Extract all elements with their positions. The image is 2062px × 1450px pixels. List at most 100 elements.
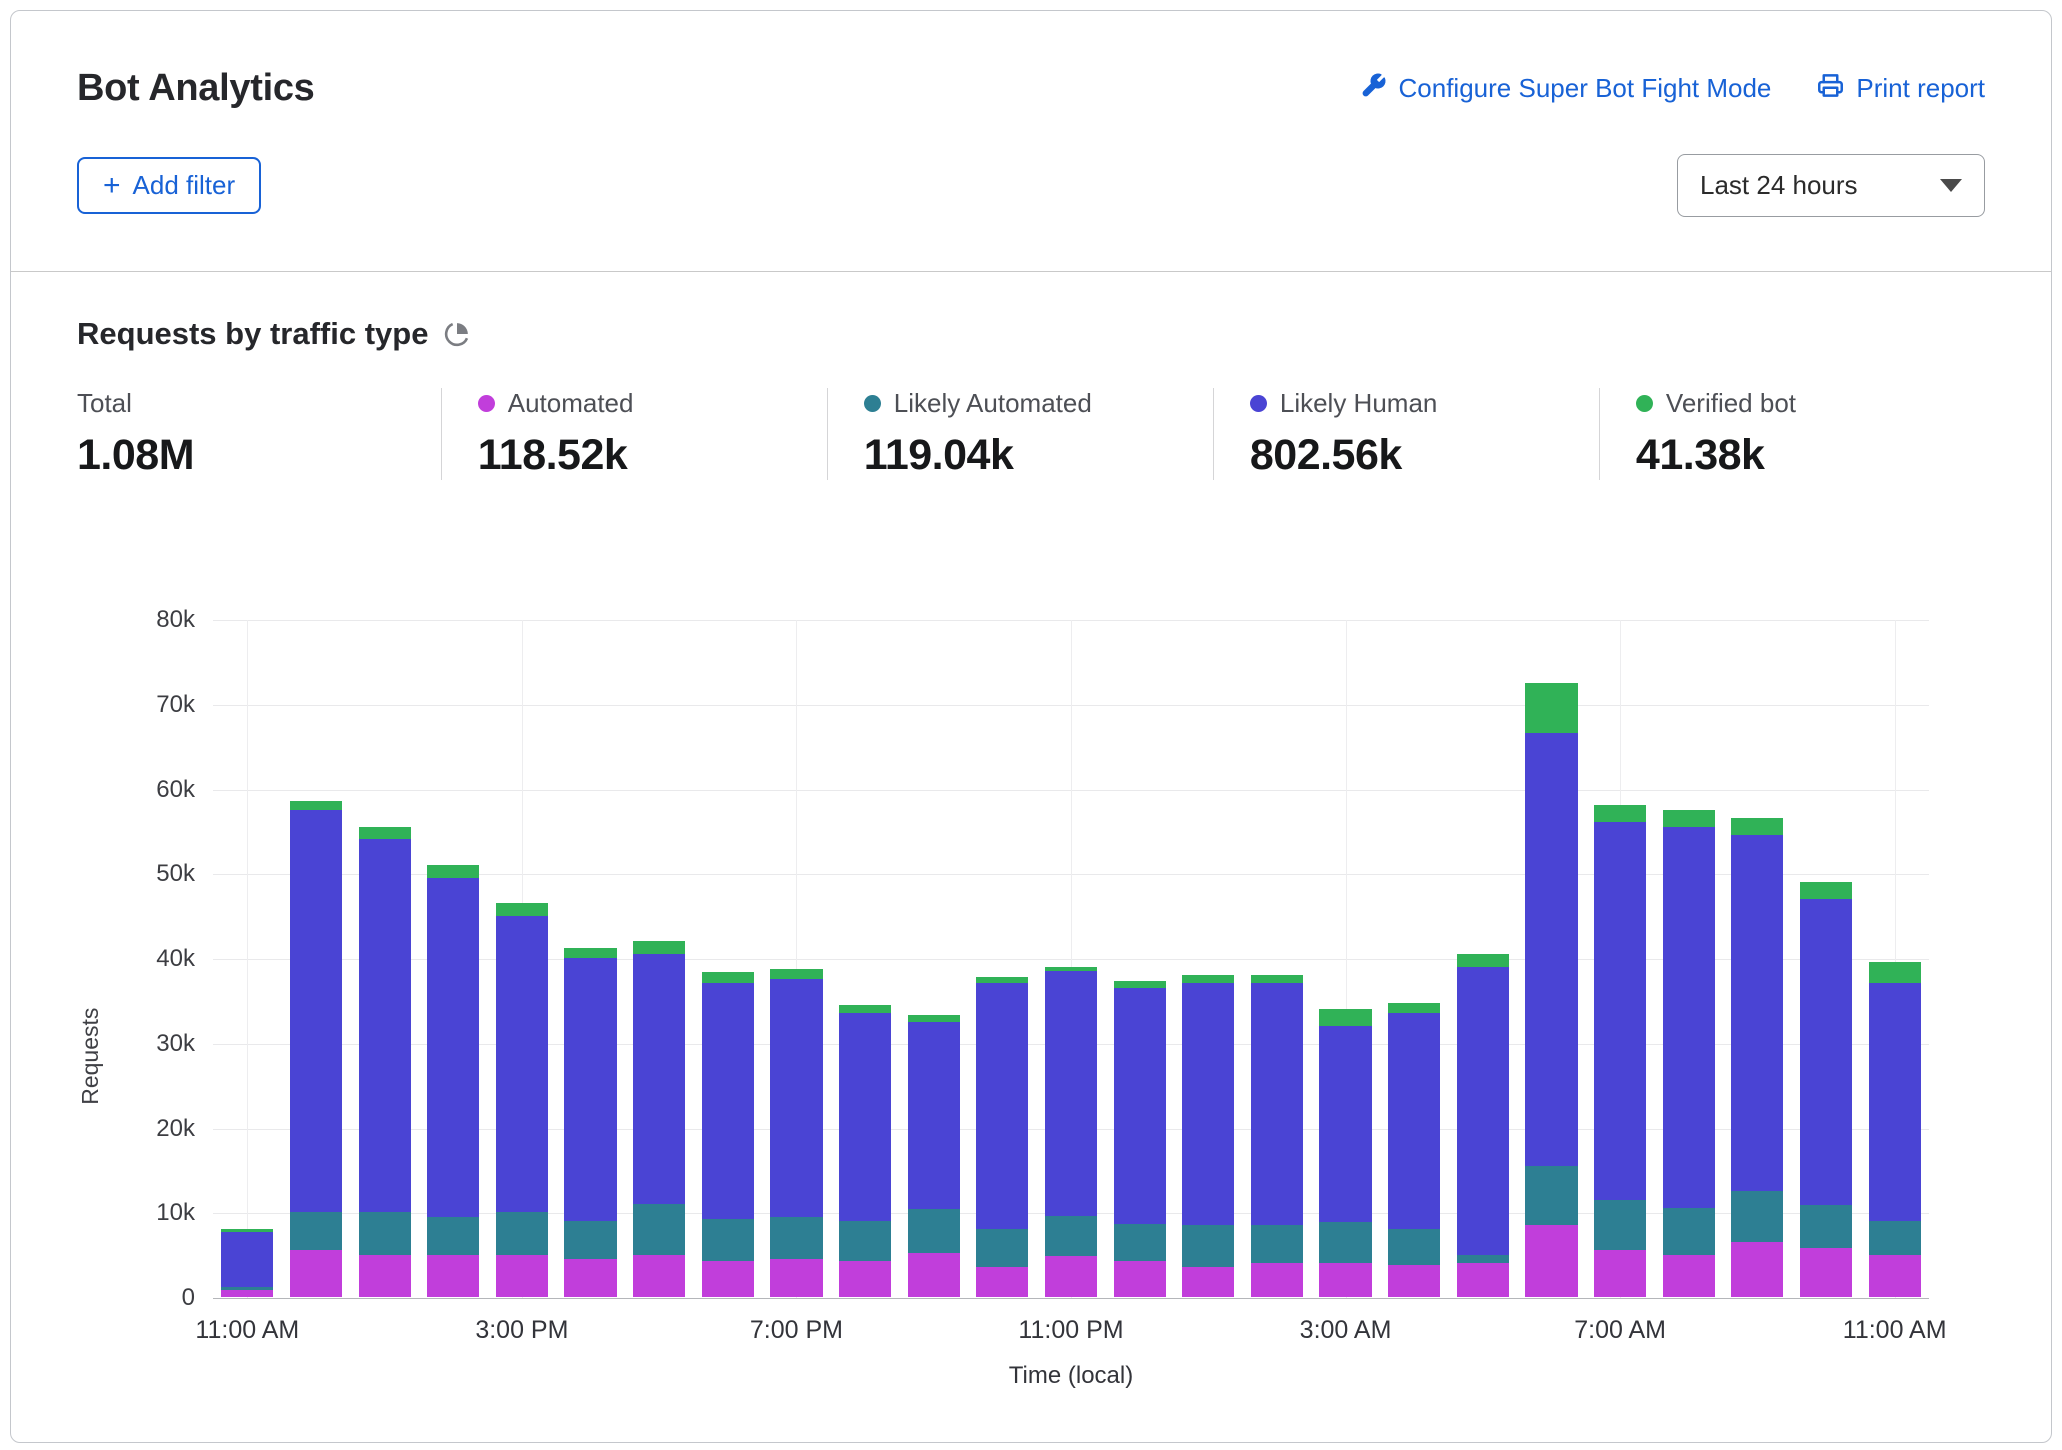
bar-hour-15[interactable] <box>1251 975 1303 1297</box>
bar-hour-17[interactable] <box>1388 1003 1440 1297</box>
bar-hour-21[interactable] <box>1663 810 1715 1297</box>
segment-verified-bot <box>1731 818 1783 835</box>
bar-hour-12[interactable] <box>1045 967 1097 1298</box>
bar-hour-23[interactable] <box>1800 882 1852 1297</box>
segment-automated <box>427 1255 479 1297</box>
segment-likely-automated <box>1525 1166 1577 1225</box>
segment-likely-automated <box>1731 1191 1783 1242</box>
segment-likely-automated <box>1114 1224 1166 1261</box>
segment-verified-bot <box>564 948 616 958</box>
segment-likely-automated <box>496 1212 548 1254</box>
segment-likely-automated <box>908 1209 960 1253</box>
segment-likely-human <box>496 916 548 1213</box>
stat-label: Likely Automated <box>894 388 1092 419</box>
bar-hour-6[interactable] <box>633 941 685 1297</box>
segment-likely-automated <box>839 1221 891 1262</box>
segment-automated <box>1800 1248 1852 1297</box>
bar-hour-10[interactable] <box>908 1015 960 1297</box>
add-filter-label: Add filter <box>133 170 236 201</box>
segment-likely-automated <box>1663 1208 1715 1255</box>
configure-super-bot-fight-mode-link[interactable]: Configure Super Bot Fight Mode <box>1360 72 1772 106</box>
print-report-link[interactable]: Print report <box>1817 72 1985 106</box>
segment-likely-automated <box>1594 1200 1646 1251</box>
segment-automated <box>1663 1255 1715 1297</box>
y-tick-label: 20k <box>156 1114 195 1144</box>
bar-hour-11[interactable] <box>976 977 1028 1297</box>
segment-verified-bot <box>1182 975 1234 983</box>
segment-likely-human <box>221 1232 273 1287</box>
gridline-x <box>247 620 248 1298</box>
y-tick-label: 70k <box>156 690 195 720</box>
y-axis-label-col: Requests <box>77 620 109 1298</box>
y-tick-label: 30k <box>156 1029 195 1059</box>
y-axis-ticks: 010k20k30k40k50k60k70k80k <box>109 620 213 1298</box>
segment-likely-human <box>290 810 342 1213</box>
x-axis-label: Time (local) <box>1009 1362 1133 1390</box>
segment-likely-human <box>1182 983 1234 1225</box>
bar-hour-4[interactable] <box>496 903 548 1297</box>
bar-hour-19[interactable] <box>1525 683 1577 1297</box>
bar-hour-7[interactable] <box>702 972 754 1297</box>
segment-likely-human <box>1800 899 1852 1206</box>
segment-verified-bot <box>1525 683 1577 734</box>
segment-likely-human <box>1663 827 1715 1208</box>
stat-likely-human: Likely Human 802.56k <box>1213 388 1599 480</box>
legend-dot-icon <box>864 395 881 412</box>
time-range-select[interactable]: Last 24 hours <box>1677 154 1985 217</box>
bar-hour-0[interactable] <box>221 1229 273 1297</box>
segment-likely-human <box>976 983 1028 1229</box>
segment-verified-bot <box>290 801 342 809</box>
bar-hour-24[interactable] <box>1869 962 1921 1297</box>
segment-verified-bot <box>1388 1003 1440 1013</box>
bar-hour-13[interactable] <box>1114 981 1166 1297</box>
add-filter-button[interactable]: + Add filter <box>77 157 261 214</box>
segment-likely-human <box>1869 983 1921 1220</box>
plot-area: Time (local) 11:00 AM3:00 PM7:00 PM11:00… <box>213 620 1929 1298</box>
segment-automated <box>1388 1265 1440 1297</box>
page-title: Bot Analytics <box>77 67 315 110</box>
pie-chart-icon <box>444 321 470 347</box>
stat-verified-bot: Verified bot41.38k <box>1599 388 1985 480</box>
y-axis-label: Requests <box>77 1008 104 1105</box>
stat-value: 802.56k <box>1250 431 1599 480</box>
segment-likely-human <box>1388 1013 1440 1229</box>
plus-icon: + <box>103 174 121 198</box>
segment-likely-human <box>1319 1026 1371 1223</box>
bar-hour-20[interactable] <box>1594 805 1646 1297</box>
bar-hour-14[interactable] <box>1182 975 1234 1297</box>
segment-automated <box>908 1253 960 1297</box>
bar-hour-2[interactable] <box>359 827 411 1297</box>
bar-hour-1[interactable] <box>290 801 342 1297</box>
stat-label: Likely Human <box>1280 388 1438 419</box>
y-tick-label: 80k <box>156 605 195 635</box>
y-tick-label: 50k <box>156 859 195 889</box>
bar-hour-18[interactable] <box>1457 954 1509 1297</box>
segment-likely-human <box>1594 822 1646 1199</box>
bar-hour-22[interactable] <box>1731 818 1783 1297</box>
segment-verified-bot <box>770 969 822 979</box>
legend-dot-icon <box>1636 395 1653 412</box>
segment-likely-human <box>770 979 822 1216</box>
x-tick-label: 7:00 AM <box>1574 1316 1666 1345</box>
bar-hour-5[interactable] <box>564 948 616 1297</box>
y-tick-label: 40k <box>156 944 195 974</box>
bar-hour-8[interactable] <box>770 969 822 1297</box>
segment-verified-bot <box>839 1005 891 1013</box>
legend-dot-icon <box>478 395 495 412</box>
segment-likely-automated <box>1869 1221 1921 1255</box>
segment-automated <box>1045 1256 1097 1297</box>
segment-likely-automated <box>976 1229 1028 1267</box>
segment-likely-human <box>839 1013 891 1221</box>
segment-likely-automated <box>564 1221 616 1259</box>
legend-dot-icon <box>1250 395 1267 412</box>
segment-likely-automated <box>1388 1229 1440 1265</box>
bar-hour-16[interactable] <box>1319 1009 1371 1297</box>
x-tick-label: 7:00 PM <box>750 1316 843 1345</box>
bar-hour-9[interactable] <box>839 1005 891 1297</box>
stat-value: 118.52k <box>478 431 827 480</box>
segment-likely-human <box>564 958 616 1221</box>
bar-hour-3[interactable] <box>427 865 479 1297</box>
segment-verified-bot <box>976 977 1028 984</box>
segment-likely-human <box>1731 835 1783 1191</box>
segment-likely-automated <box>1045 1216 1097 1257</box>
